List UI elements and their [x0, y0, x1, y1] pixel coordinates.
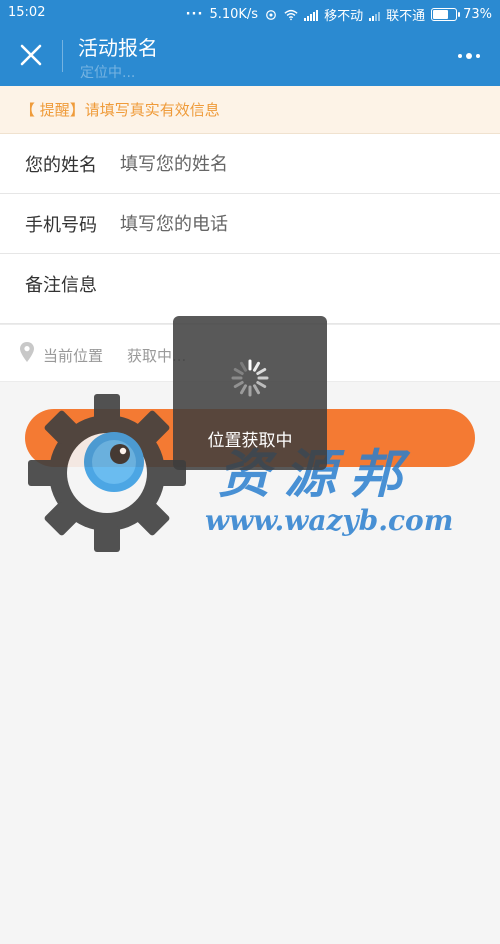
- remark-label: 备注信息: [25, 275, 97, 296]
- battery-icon: [431, 8, 461, 21]
- carrier-1: 移不动: [324, 9, 364, 24]
- location-pin-icon: [20, 342, 34, 362]
- close-icon: [20, 44, 42, 66]
- name-row: 您的姓名: [0, 134, 500, 194]
- more-icon: [458, 54, 462, 58]
- status-right: ··· 5.10K/s 移不动 联不通 73%: [186, 5, 492, 24]
- loading-toast: 位置获取中: [173, 316, 327, 470]
- close-button[interactable]: [14, 38, 48, 72]
- name-label: 您的姓名: [25, 155, 97, 176]
- notice-banner: 【 提醒】请填写真实有效信息: [0, 86, 500, 134]
- phone-label: 手机号码: [25, 215, 97, 236]
- page-title: 活动报名: [78, 36, 158, 60]
- location-label: 当前位置: [43, 347, 104, 365]
- page-subtitle: 定位中...: [80, 65, 136, 81]
- more-icon-dot: [466, 53, 472, 59]
- network-speed: 5.10K/s: [209, 7, 259, 22]
- name-input[interactable]: [120, 144, 470, 184]
- more-icon-dot: [476, 54, 480, 58]
- title-bar: 活动报名 定位中...: [0, 26, 500, 86]
- hotspot-icon: [266, 9, 276, 20]
- signal-icon: [304, 9, 319, 21]
- status-bar: 15:02 ··· 5.10K/s 移不动 联不通 73%: [0, 0, 500, 26]
- title-divider: [62, 40, 63, 72]
- notification-dots-icon: ···: [185, 7, 204, 22]
- loading-spinner-icon: [231, 359, 269, 397]
- remark-row[interactable]: 备注信息: [0, 254, 500, 324]
- more-button[interactable]: [454, 42, 484, 70]
- signal-icon-2: [369, 9, 381, 21]
- watermark-gear-logo: [28, 394, 186, 552]
- phone-row: 手机号码: [0, 194, 500, 254]
- watermark-url: www.wazyb.com: [205, 504, 454, 537]
- wifi-icon: [284, 9, 298, 20]
- carrier-2: 联不通: [386, 9, 426, 24]
- toast-text: 位置获取中: [207, 431, 293, 451]
- battery-fill: [433, 10, 448, 19]
- status-time: 15:02: [8, 5, 46, 20]
- phone-input[interactable]: [120, 204, 470, 244]
- battery-percent: 73%: [463, 7, 492, 22]
